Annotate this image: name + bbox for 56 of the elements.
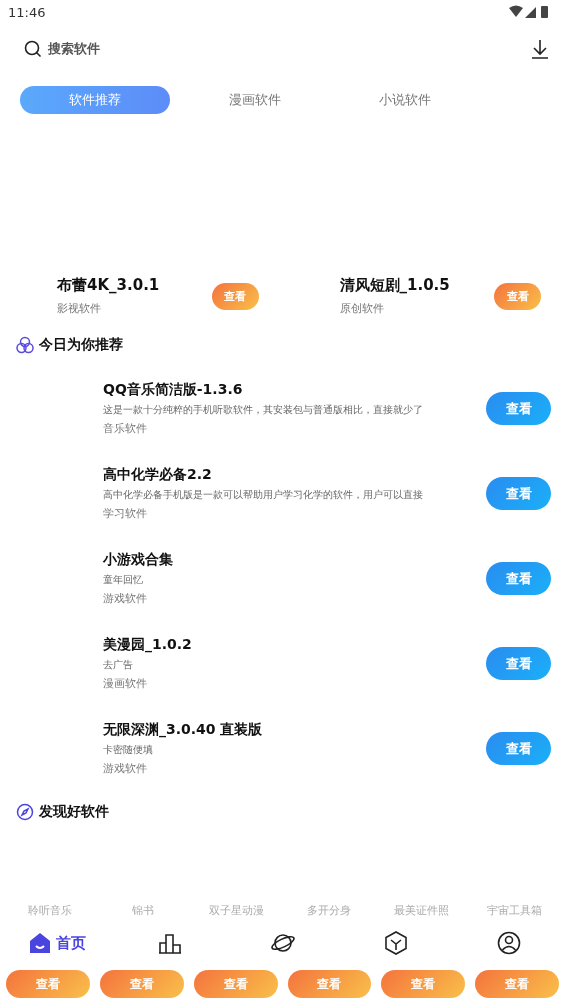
circles-icon (16, 336, 34, 354)
app-title: 双子星动漫 (207, 902, 265, 918)
view-button[interactable]: 查看 (193, 970, 278, 998)
app-title: 宇宙工具箱 (486, 902, 544, 918)
app-description: 去广告 (103, 658, 134, 672)
view-button[interactable]: 查看 (381, 970, 466, 998)
app-title: 最美证件照 (393, 902, 451, 918)
compass-icon (16, 803, 34, 821)
app-title: QQ音乐简洁版-1.3.6 (103, 381, 244, 399)
hexagon-icon (383, 931, 408, 955)
download-icon[interactable] (531, 39, 549, 59)
app-category: 学习软件 (103, 506, 148, 521)
view-button[interactable]: 查看 (486, 392, 551, 425)
search-icon (24, 40, 42, 58)
tab[interactable]: 软件推荐 (20, 86, 170, 114)
podium-icon (156, 931, 183, 955)
view-button[interactable]: 查看 (486, 732, 551, 765)
status-time: 11:46 (8, 4, 46, 20)
status-icons (509, 5, 551, 19)
section-title: 发现好软件 (39, 803, 109, 821)
search-field[interactable]: 搜索软件 (24, 40, 100, 58)
view-button[interactable]: 查看 (486, 562, 551, 595)
app-title: 小游戏合集 (103, 551, 174, 569)
app-title: 布蕾4K_3.0.1 (57, 276, 160, 295)
app-description: 卡密随便填 (103, 743, 154, 757)
user-icon (496, 931, 521, 955)
nav-item[interactable]: 首页 (0, 930, 113, 956)
planet-icon (269, 931, 296, 955)
section-title: 今日为你推荐 (39, 336, 123, 354)
app-title: 美漫园_1.0.2 (103, 636, 193, 654)
tab[interactable]: 漫画软件 (180, 86, 330, 114)
app-category: 音乐软件 (103, 421, 148, 436)
app-category: 影视软件 (57, 301, 102, 316)
app-title: 聆听音乐 (27, 902, 74, 918)
view-button[interactable]: 查看 (494, 282, 541, 310)
app-category: 原创软件 (339, 301, 385, 316)
tab[interactable]: 小说软件 (330, 86, 480, 114)
app-description: 这是一款十分纯粹的手机听歌软件，其安装包与普通版相比，直接就少了 (103, 403, 424, 417)
app-description: 童年回忆 (103, 573, 144, 587)
app-title: 多开分身 (305, 902, 352, 918)
app-category: 游戏软件 (103, 591, 148, 606)
app-title: 清风短剧_1.0.5 (339, 276, 450, 295)
view-button[interactable]: 查看 (99, 970, 184, 998)
view-button[interactable]: 查看 (6, 970, 90, 998)
app-category: 漫画软件 (103, 676, 148, 691)
view-button[interactable]: 查看 (486, 477, 551, 510)
app-description: 高中化学必备手机版是一款可以帮助用户学习化学的软件，用户可以直接 (103, 488, 424, 502)
app-title: 高中化学必备2.2 (103, 466, 213, 484)
app-category: 游戏软件 (103, 761, 148, 776)
app-title: 锦书 (131, 902, 156, 918)
view-button[interactable]: 查看 (287, 970, 372, 998)
view-button[interactable]: 查看 (211, 282, 259, 310)
home-icon (27, 931, 52, 955)
view-button[interactable]: 查看 (475, 970, 559, 998)
view-button[interactable]: 查看 (486, 647, 551, 680)
app-title: 无限深渊_3.0.40 直装版 (103, 721, 264, 739)
